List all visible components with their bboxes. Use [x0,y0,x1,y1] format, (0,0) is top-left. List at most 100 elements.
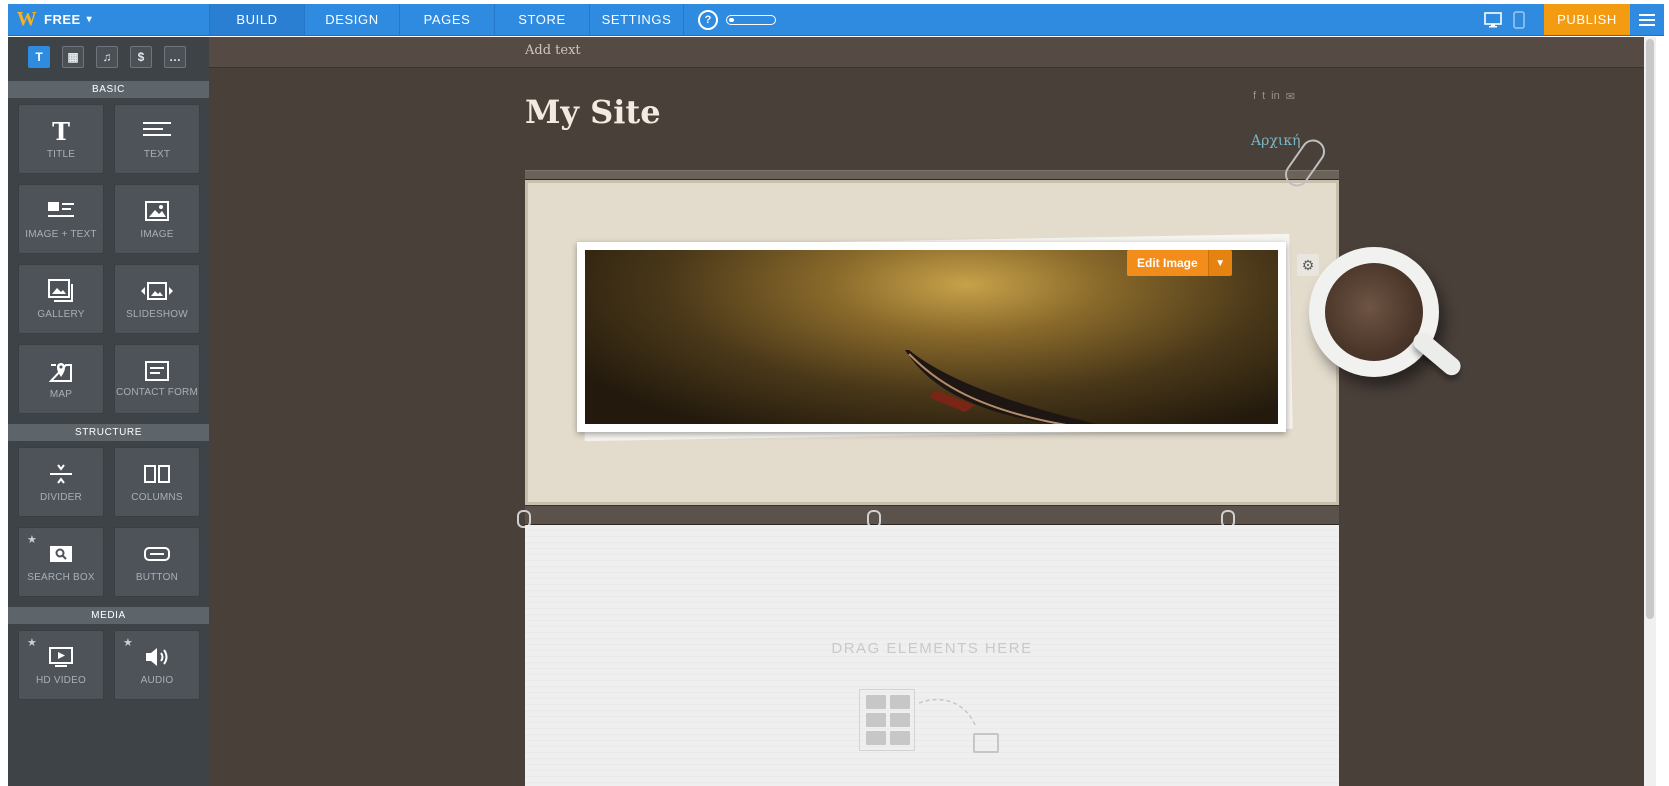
element-sidebar: T ▦ ♫ $ … BASIC T TITLE TEXT IMAGE + TEX… [8,37,209,786]
element-label: HD VIDEO [36,675,86,686]
drag-elements-hint: DRAG ELEMENTS HERE [831,640,1033,657]
element-map[interactable]: MAP [18,344,104,414]
add-text-placeholder[interactable]: Add text [525,43,581,58]
social-icons: f t in ✉ [1253,90,1295,103]
canoe-icon [905,350,1098,424]
button-icon [144,540,170,568]
media-elements: ★ HD VIDEO ★ AUDIO [8,624,209,706]
progress-bar [726,15,776,25]
element-contact-form[interactable]: CONTACT FORM [114,344,200,414]
header-text-bar: Add text [209,37,1656,68]
element-label: COLUMNS [131,492,183,503]
edit-image-button[interactable]: Edit Image [1127,250,1208,276]
mobile-icon[interactable] [1506,4,1532,35]
audio-icon [144,643,170,671]
element-label: AUDIO [140,675,174,686]
element-audio[interactable]: ★ AUDIO [114,630,200,700]
cup-handle [1409,329,1465,379]
element-image-text[interactable]: IMAGE + TEXT [18,184,104,254]
main-nav: BUILD DESIGN PAGES STORE SETTINGS [209,4,684,35]
email-icon[interactable]: ✉ [1286,90,1295,103]
banner-image[interactable] [585,250,1278,424]
nav-link-home[interactable]: Αρχική [1251,133,1300,149]
sidebar-tab-commerce[interactable]: $ [130,46,152,68]
divider-icon [49,460,73,488]
image-icon [145,197,169,225]
hd-video-icon [49,643,73,671]
progress-fill [729,18,734,22]
slideshow-icon [140,277,174,305]
tab-store[interactable]: STORE [494,4,589,35]
element-button[interactable]: BUTTON [114,527,200,597]
map-icon [49,357,73,385]
element-slideshow[interactable]: SLIDESHOW [114,264,200,334]
element-columns[interactable]: COLUMNS [114,447,200,517]
site-title[interactable]: My Site [525,93,661,131]
chevron-down-icon[interactable]: ▼ [1207,250,1232,276]
plan-selector[interactable]: W FREE ▾ [8,4,209,35]
editor-canvas: Add text My Site f t in ✉ Αρχική Edit Im… [209,37,1656,786]
scrollbar-thumb[interactable] [1646,39,1654,619]
desktop-icon[interactable] [1480,4,1506,35]
sidebar-tab-text[interactable]: T [28,46,50,68]
element-text[interactable]: TEXT [114,104,200,174]
element-gallery[interactable]: GALLERY [18,264,104,334]
search-box-icon [49,540,73,568]
section-media: MEDIA [8,607,209,624]
facebook-icon[interactable]: f [1253,90,1256,103]
tab-settings[interactable]: SETTINGS [589,4,684,35]
star-icon: ★ [27,534,37,546]
element-hd-video[interactable]: ★ HD VIDEO [18,630,104,700]
coffee-cup-decoration [1309,247,1465,379]
sidebar-tab-layout[interactable]: ▦ [62,46,84,68]
element-label: BUTTON [135,572,179,583]
image-text-icon [47,197,75,225]
element-label: DIVIDER [40,492,82,503]
publish-button[interactable]: PUBLISH [1544,4,1630,35]
basic-elements: T TITLE TEXT IMAGE + TEXT IMAGE GALLERY … [8,98,209,420]
gear-icon[interactable]: ⚙ [1297,254,1319,276]
element-label: SLIDESHOW [126,309,188,320]
chevron-down-icon: ▾ [86,14,93,25]
gallery-icon [48,277,74,305]
sidebar-tabs: T ▦ ♫ $ … [8,37,209,77]
top-bar: W FREE ▾ BUILD DESIGN PAGES STORE SETTIN… [8,4,1664,36]
element-label: TITLE [46,149,76,160]
text-icon [143,117,171,145]
element-image[interactable]: IMAGE [114,184,200,254]
edit-image-control: Edit Image ▼ [1127,250,1232,276]
tab-pages[interactable]: PAGES [399,4,494,35]
hamburger-menu-icon[interactable] [1630,4,1664,35]
sidebar-tab-media[interactable]: ♫ [96,46,118,68]
grid-icon [859,689,915,751]
element-search-box[interactable]: ★ SEARCH BOX [18,527,104,597]
dashed-arrow-icon [919,698,976,726]
linkedin-icon[interactable]: in [1271,90,1280,103]
weebly-logo-icon: W [16,8,38,30]
banner-section: Edit Image ▼ ⚙ [525,180,1339,505]
columns-icon [144,460,170,488]
element-title[interactable]: T TITLE [18,104,104,174]
section-basic: BASIC [8,81,209,98]
twitter-icon[interactable]: t [1262,90,1265,103]
element-label: CONTACT FORM [115,387,199,398]
tab-design[interactable]: DESIGN [304,4,399,35]
coffee [1325,263,1423,361]
element-label: IMAGE + TEXT [25,229,97,240]
header-divider [525,170,1339,180]
element-divider[interactable]: DIVIDER [18,447,104,517]
help-icon[interactable]: ? [698,10,718,30]
vertical-scrollbar[interactable] [1644,37,1656,786]
contact-form-icon [145,357,169,385]
sidebar-tab-more[interactable]: … [164,46,186,68]
element-label: TEXT [143,149,171,160]
star-icon: ★ [123,637,133,649]
title-icon: T [52,116,70,146]
section-structure: STRUCTURE [8,424,209,441]
element-label: SEARCH BOX [27,572,95,583]
content-drop-area[interactable]: DRAG ELEMENTS HERE [525,525,1339,786]
banner-image-frame[interactable]: Edit Image ▼ ⚙ [577,242,1319,432]
tab-build[interactable]: BUILD [209,4,304,35]
section-divider [525,505,1339,525]
structure-elements: DIVIDER COLUMNS ★ SEARCH BOX BUTTON [8,441,209,603]
